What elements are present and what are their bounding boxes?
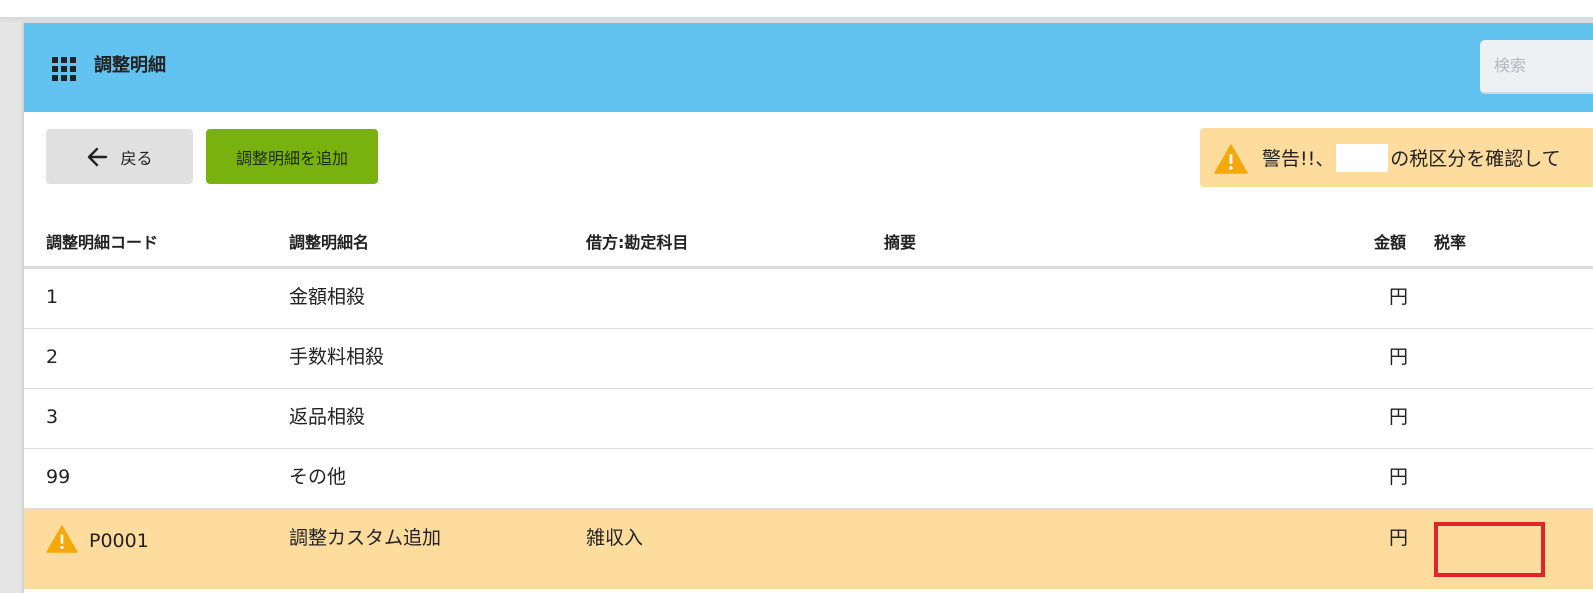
page: 調整明細 戻る 調整明細を追加 警告!!、 の税区分を確認して	[0, 0, 1593, 593]
grid-menu-icon[interactable]	[52, 57, 76, 81]
table-row[interactable]: 3 返品相殺 円	[24, 389, 1593, 449]
cell-code: 1	[46, 286, 59, 308]
cell-code: P0001	[89, 530, 149, 552]
column-header-tax[interactable]: 税率	[1434, 229, 1466, 253]
warning-prefix: 警告!!、	[1262, 148, 1335, 170]
column-header-name[interactable]: 調整明細名	[289, 229, 369, 253]
warning-icon	[1214, 144, 1248, 174]
cell-name: 返品相殺	[289, 406, 366, 428]
search-input[interactable]	[1480, 40, 1593, 90]
cell-code: 2	[46, 346, 59, 368]
table-row-warning[interactable]: P0001 調整カスタム追加 雑収入 円	[24, 509, 1593, 589]
column-header-amount[interactable]: 金額	[1374, 229, 1406, 253]
arrow-left-icon	[88, 147, 108, 166]
table-header: 調整明細コード 調整明細名 借方:勘定科目 摘要 金額 税率	[24, 219, 1593, 269]
browser-top-strip	[0, 0, 1593, 17]
cell-amount: 円	[1389, 286, 1409, 308]
app-header: 調整明細	[24, 23, 1593, 112]
warning-banner: 警告!!、 の税区分を確認して	[1200, 128, 1593, 187]
cell-name: 手数料相殺	[289, 346, 385, 368]
cell-code: 3	[46, 406, 59, 428]
cell-name: その他	[289, 466, 347, 488]
cell-amount: 円	[1389, 466, 1409, 488]
page-title: 調整明細	[94, 55, 166, 76]
cell-amount: 円	[1389, 527, 1409, 549]
column-header-code[interactable]: 調整明細コード	[46, 229, 158, 253]
back-button[interactable]: 戻る	[46, 129, 193, 184]
search-box[interactable]	[1480, 40, 1593, 94]
column-header-debit[interactable]: 借方:勘定科目	[586, 229, 688, 253]
warning-icon	[46, 525, 78, 553]
cell-name: 金額相殺	[289, 286, 366, 308]
back-button-label: 戻る	[120, 148, 153, 168]
warning-message: 警告!!、 の税区分を確認して	[1262, 128, 1561, 187]
column-header-memo[interactable]: 摘要	[884, 229, 916, 253]
cell-name: 調整カスタム追加	[289, 527, 442, 549]
table-row[interactable]: 2 手数料相殺 円	[24, 329, 1593, 389]
add-adjustment-button[interactable]: 調整明細を追加	[206, 129, 378, 184]
tax-rate-highlight[interactable]	[1434, 522, 1545, 577]
cell-amount: 円	[1389, 346, 1409, 368]
table-row[interactable]: 1 金額相殺 円	[24, 269, 1593, 329]
main-panel: 調整明細 戻る 調整明細を追加 警告!!、 の税区分を確認して	[24, 23, 1593, 593]
cell-debit: 雑収入	[586, 527, 644, 549]
warning-suffix: の税区分を確認して	[1390, 148, 1561, 170]
cell-amount: 円	[1389, 406, 1409, 428]
cell-code: 99	[46, 466, 71, 488]
add-button-label: 調整明細を追加	[235, 148, 348, 168]
redacted-text	[1336, 143, 1389, 172]
table-row[interactable]: 99 その他 円	[24, 449, 1593, 509]
